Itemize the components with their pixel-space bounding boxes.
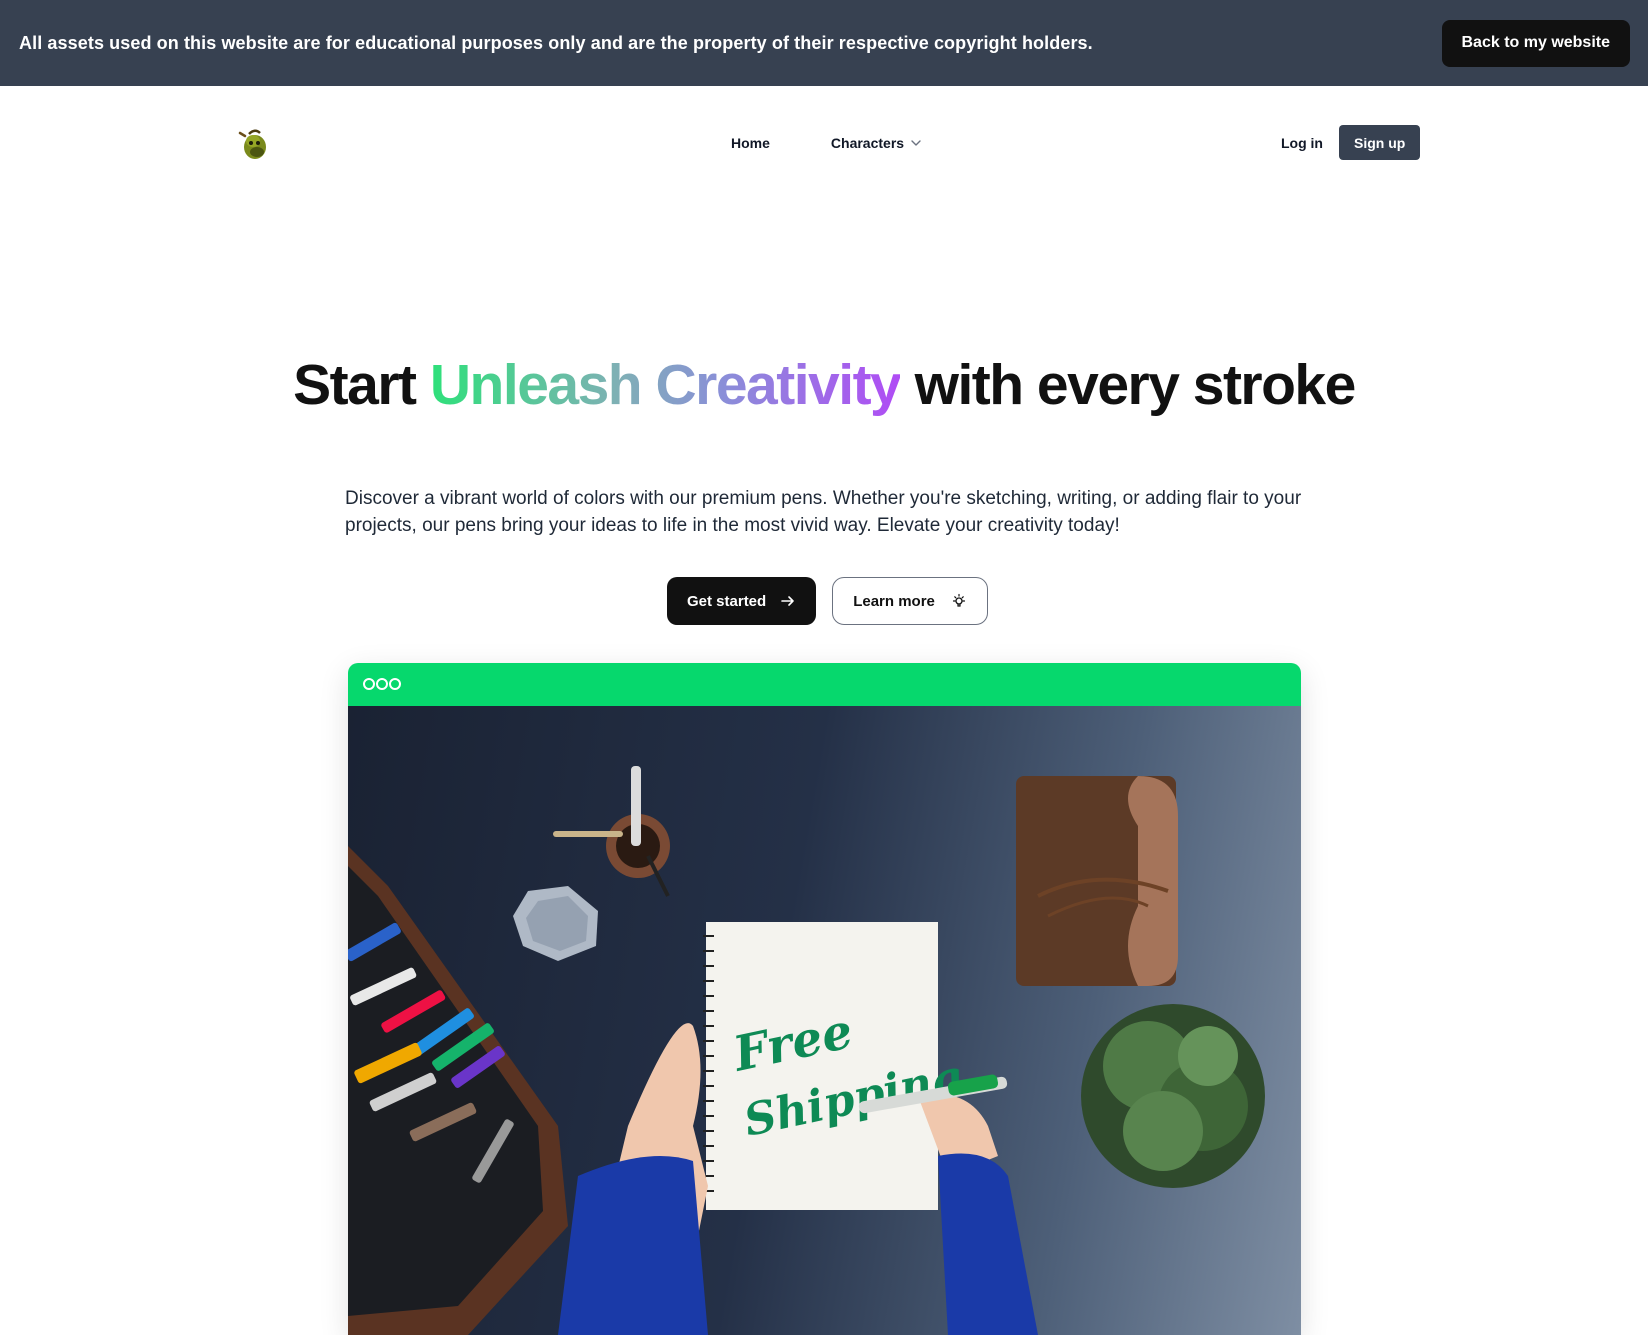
back-to-website-button[interactable]: Back to my website xyxy=(1441,19,1630,67)
auth-actions: Log in Sign up xyxy=(1281,125,1421,160)
nav-link-home-label: Home xyxy=(731,135,770,151)
announcement-banner: All assets used on this website are for … xyxy=(0,0,1648,86)
learn-more-label: Learn more xyxy=(853,592,935,610)
notebook-illustration: Free Shipping xyxy=(703,922,967,1210)
window-dot-icon xyxy=(376,678,388,690)
hero-subtitle: Discover a vibrant world of colors with … xyxy=(345,488,1302,536)
window-dot-icon xyxy=(389,678,401,690)
arrow-right-icon xyxy=(781,596,795,606)
lightbulb-icon xyxy=(952,593,966,607)
chevron-down-icon xyxy=(911,140,921,146)
get-started-label: Get started xyxy=(687,592,767,610)
hero-cta-row: Get started Learn more xyxy=(667,577,988,625)
nav-link-home[interactable]: Home xyxy=(731,135,770,151)
plant-illustration xyxy=(1081,1004,1265,1188)
get-started-button[interactable]: Get started xyxy=(667,577,817,625)
leather-journal-illustration xyxy=(1016,776,1178,986)
pear-character-icon[interactable] xyxy=(236,126,272,162)
hero-title-end: with every stroke xyxy=(914,353,1357,417)
banner-text: All assets used on this website are for … xyxy=(19,32,1093,53)
hero-title: Start Unleash Creativity with every stro… xyxy=(0,352,1648,418)
hero-title-highlight: Unleash Creativity xyxy=(430,353,900,417)
learn-more-button[interactable]: Learn more xyxy=(832,577,988,625)
hero-title-highlight-2: Creativity xyxy=(655,353,901,417)
hero-title-highlight-1: Unleash xyxy=(429,353,642,417)
main-navigation: Home Characters Log in Sign up xyxy=(0,86,1648,200)
nav-links: Home Characters xyxy=(731,135,922,151)
window-dot-icon xyxy=(363,678,375,690)
preview-window-bar xyxy=(348,663,1301,706)
nav-link-characters[interactable]: Characters xyxy=(831,135,922,151)
login-link[interactable]: Log in xyxy=(1281,135,1323,151)
preview-window: Free Shipping xyxy=(348,663,1301,1335)
hero-image: Free Shipping xyxy=(348,706,1301,1335)
glass-illustration xyxy=(513,886,598,961)
window-controls xyxy=(363,678,401,690)
pen-cup-illustration xyxy=(553,766,670,897)
hero-title-start: Start xyxy=(293,353,417,417)
signup-button[interactable]: Sign up xyxy=(1339,125,1421,160)
nav-link-characters-label: Characters xyxy=(830,135,905,151)
